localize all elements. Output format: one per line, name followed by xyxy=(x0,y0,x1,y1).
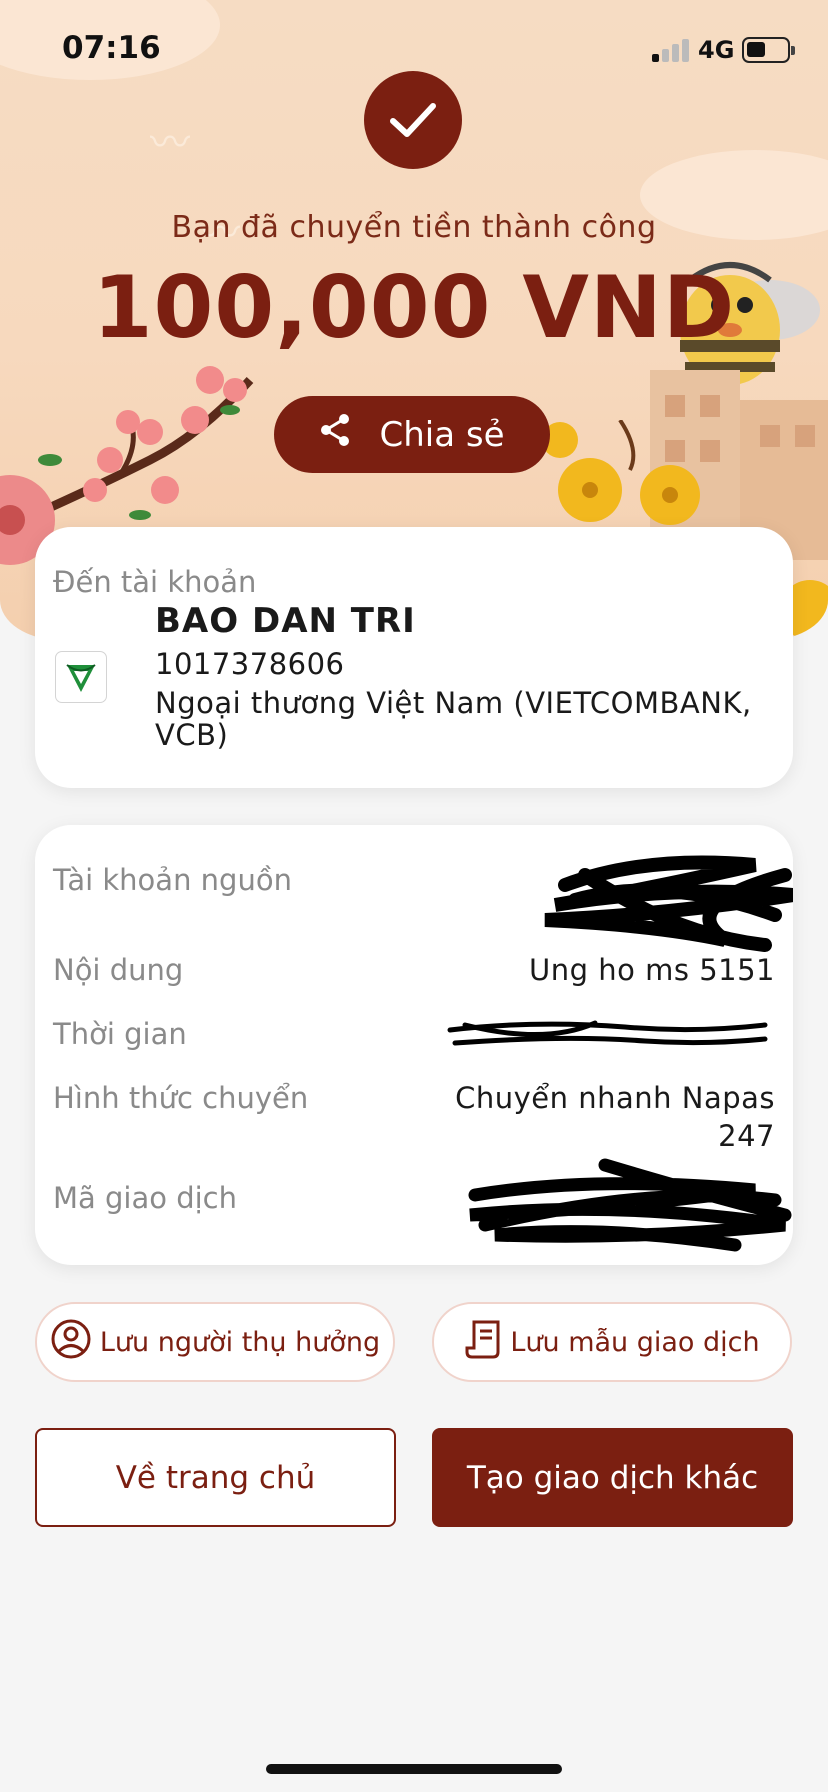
redaction-scribble xyxy=(544,855,793,952)
share-label: Chia sẻ xyxy=(379,414,505,455)
recipient-bank: Ngoại thương Việt Nam (VIETCOMBANK, VCB) xyxy=(155,687,785,751)
recipient-bank-line1: Ngoại thương Việt Nam (VIETCOMBANK, xyxy=(155,686,752,720)
method-value: Chuyển nhanh Napas 247 xyxy=(455,1081,775,1153)
receipt-icon xyxy=(464,1318,502,1367)
home-button[interactable]: Về trang chủ xyxy=(35,1428,396,1527)
user-circle-icon xyxy=(50,1318,92,1367)
share-icon xyxy=(319,413,351,456)
transaction-details-card: Tài khoản nguồn Nội dung Ung ho ms 5151 … xyxy=(35,825,793,1265)
recipient-name: BAO DAN TRI xyxy=(155,601,416,641)
recipient-account-number: 1017378606 xyxy=(155,647,345,681)
recipient-label: Đến tài khoản xyxy=(53,565,257,599)
redaction-scribble xyxy=(468,1158,792,1252)
network-type: 4G xyxy=(698,36,735,64)
content-value: Ung ho ms 5151 xyxy=(529,953,775,987)
method-value-line2: 247 xyxy=(718,1119,775,1153)
redaction-scribble xyxy=(447,1020,768,1046)
success-message: Bạn đã chuyển tiền thành công xyxy=(171,210,657,245)
status-time: 07:16 xyxy=(62,30,161,66)
home-indicator[interactable] xyxy=(266,1764,562,1774)
save-template-button[interactable]: Lưu mẫu giao dịch xyxy=(432,1302,792,1382)
recipient-card: Đến tài khoản BAO DAN TRI 1017378606 Ngo… xyxy=(35,527,793,788)
save-beneficiary-button[interactable]: Lưu người thụ hưởng xyxy=(35,1302,395,1382)
success-check-icon xyxy=(364,71,462,169)
new-transaction-button[interactable]: Tạo giao dịch khác xyxy=(432,1428,793,1527)
method-label: Hình thức chuyển xyxy=(53,1081,309,1115)
signal-icon xyxy=(652,38,692,62)
source-account-label: Tài khoản nguồn xyxy=(53,863,292,897)
save-beneficiary-label: Lưu người thụ hưởng xyxy=(99,1326,381,1358)
content-label: Nội dung xyxy=(53,953,184,987)
vietcombank-logo-icon xyxy=(55,651,107,703)
method-value-line1: Chuyển nhanh Napas xyxy=(455,1081,775,1115)
share-button[interactable]: Chia sẻ xyxy=(274,396,550,473)
save-template-label: Lưu mẫu giao dịch xyxy=(510,1326,760,1358)
battery-icon xyxy=(742,37,795,63)
transaction-id-label: Mã giao dịch xyxy=(53,1181,237,1215)
recipient-bank-line2: VCB) xyxy=(155,718,229,752)
transfer-amount: 100,000 VND xyxy=(92,258,736,358)
bird-decoration: 〰 xyxy=(150,120,190,166)
time-label: Thời gian xyxy=(53,1017,187,1051)
